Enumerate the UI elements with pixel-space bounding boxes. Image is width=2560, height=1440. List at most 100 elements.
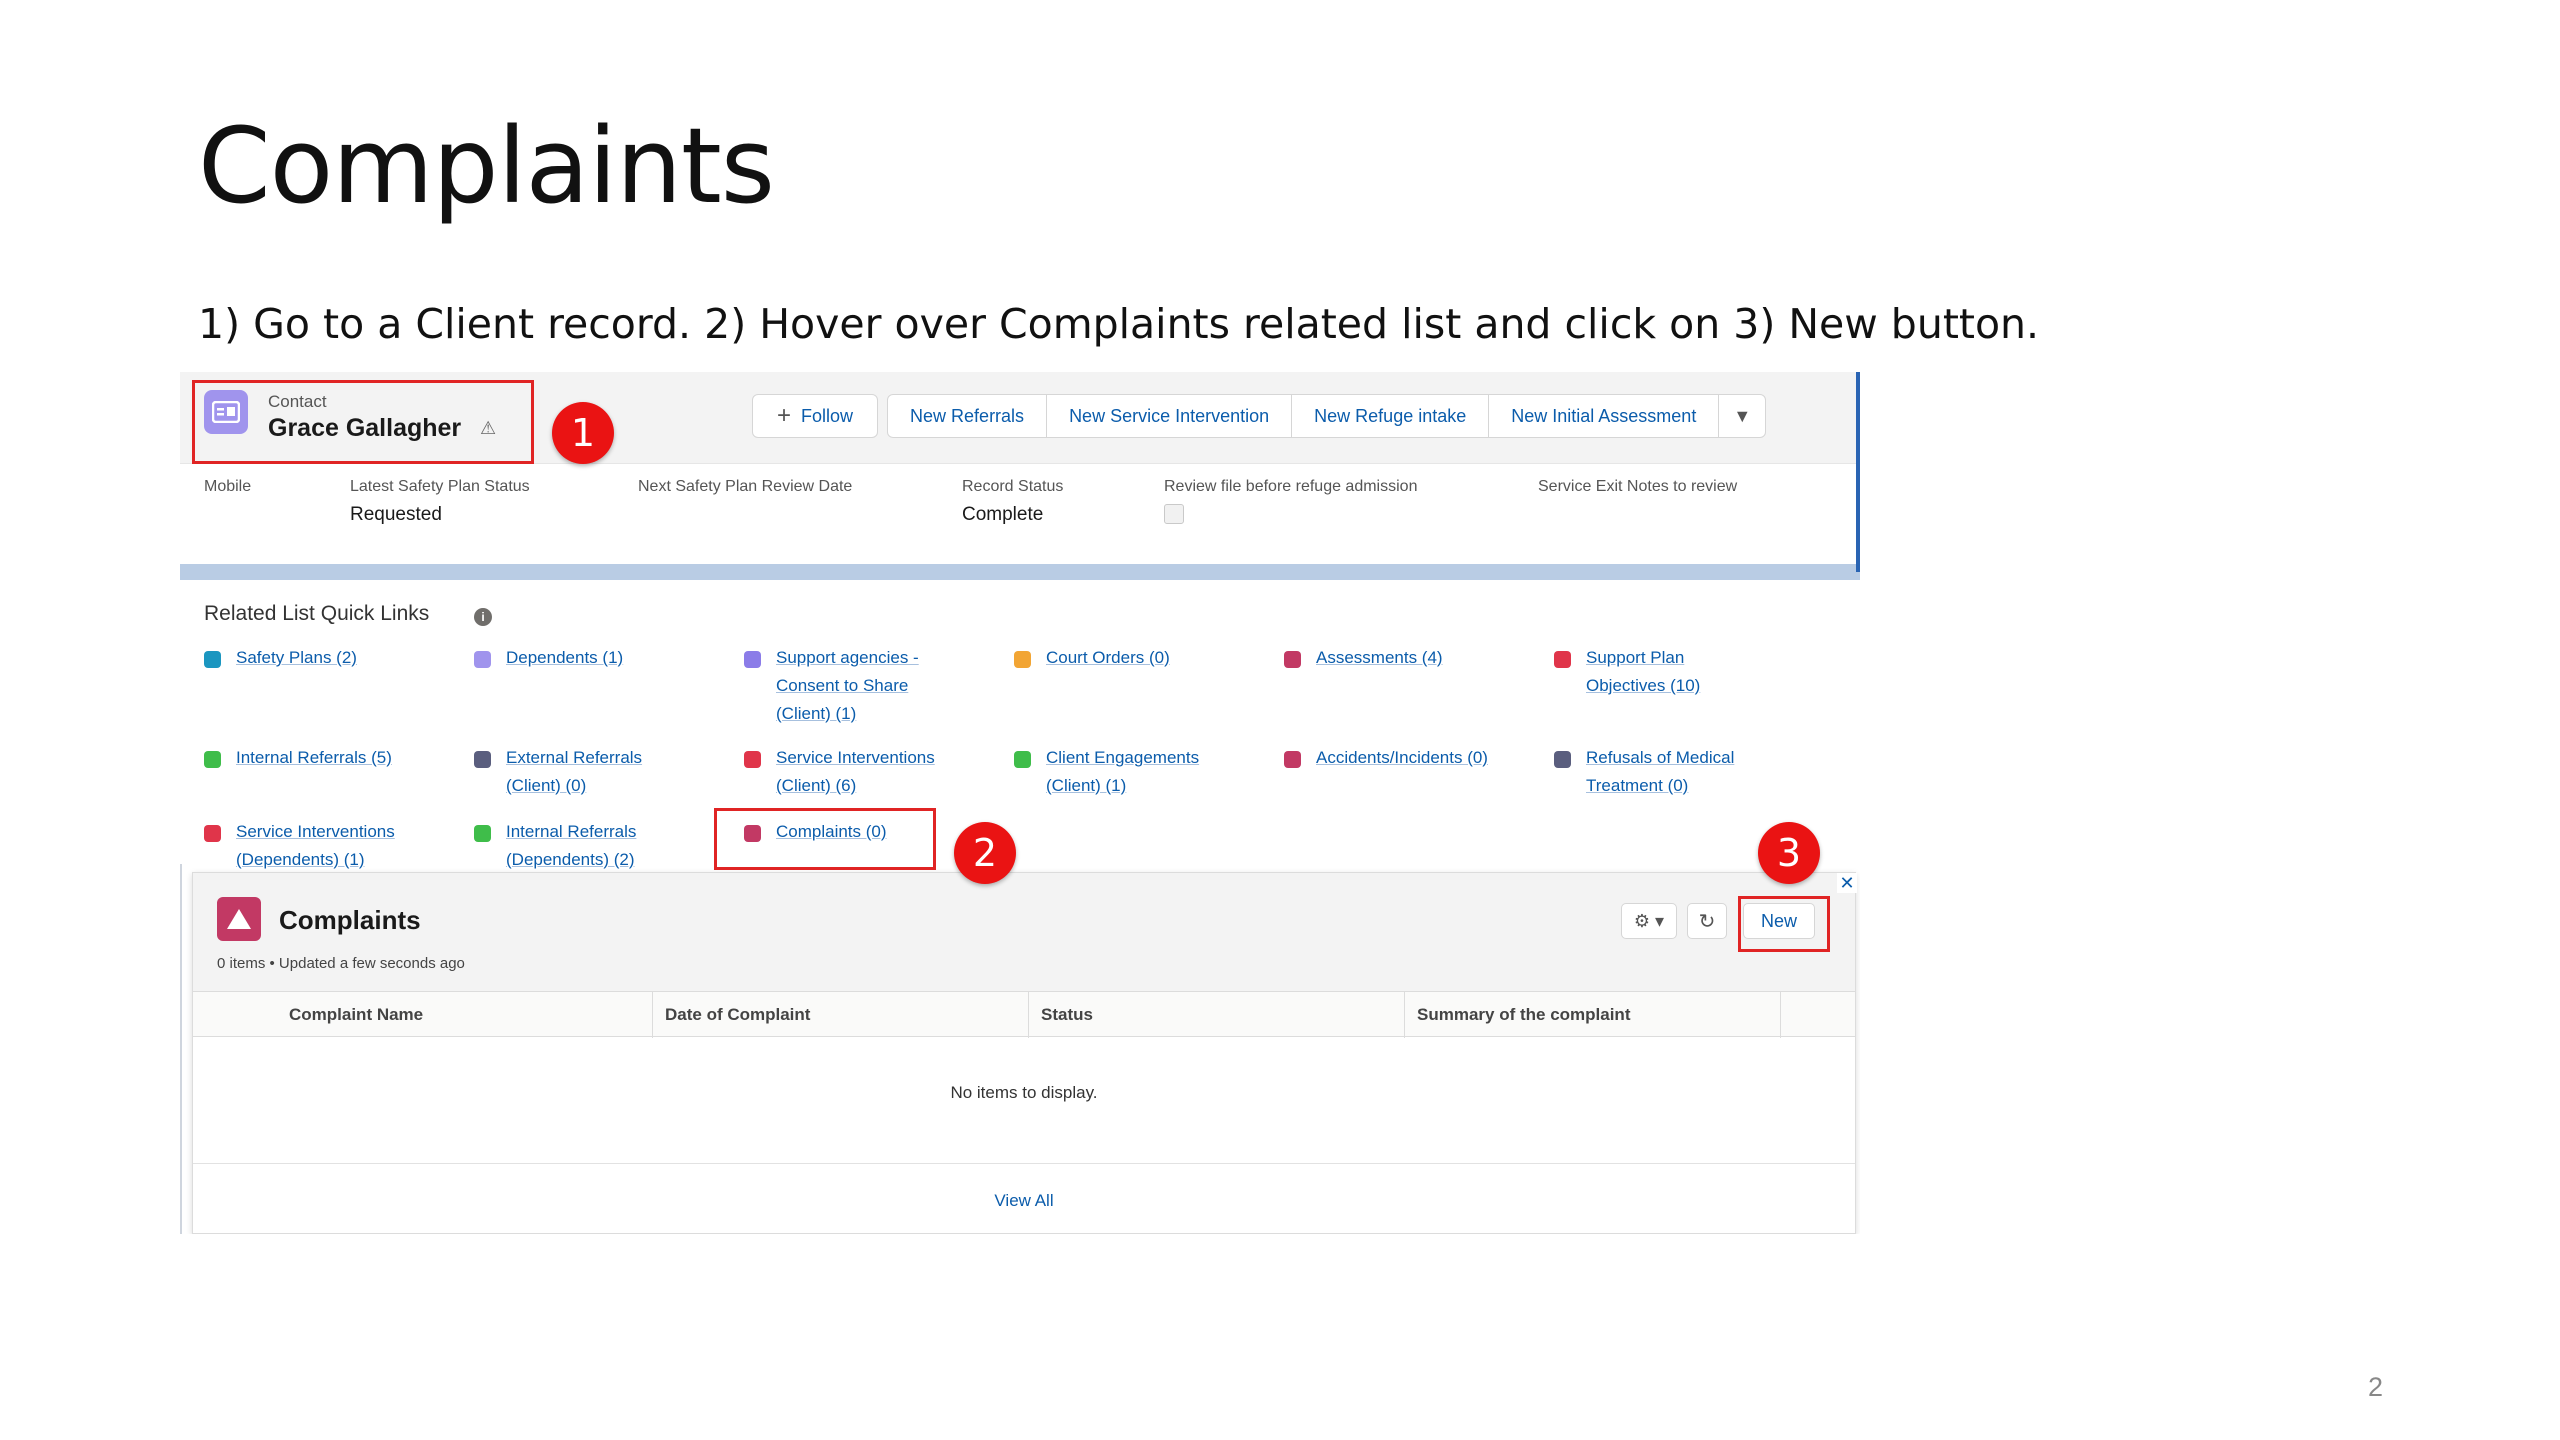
quick-link-label: Internal Referrals (Dependents) (2) (506, 822, 637, 869)
quick-link-label: External Referrals (Client) (0) (506, 748, 643, 795)
safety-plans-icon (204, 651, 221, 668)
page-background-band (180, 564, 1860, 580)
column-date-of-complaint[interactable]: Date of Complaint (653, 992, 1029, 1038)
chevron-down-icon: ▼ (1733, 405, 1752, 426)
field-next-review-date: Next Safety Plan Review Date (638, 478, 852, 496)
field-record-status: Record Status Complete (962, 478, 1063, 526)
court-orders-icon (1014, 651, 1031, 668)
record-action-bar: + Follow New Referrals New Service Interv… (752, 394, 1767, 438)
complaints-table-header: Complaint Name Date of Complaint Status … (193, 991, 1855, 1038)
slide-instruction: 1) Go to a Client record. 2) Hover over … (198, 300, 2040, 348)
gear-icon: ⚙ ▾ (1633, 910, 1665, 931)
complaints-panel-header: Complaints 0 items • Updated a few secon… (193, 873, 1855, 991)
new-initial-assessment-button[interactable]: New Initial Assessment (1488, 394, 1720, 438)
accidents-incidents-icon (1284, 751, 1301, 768)
field-exit-notes: Service Exit Notes to review (1538, 478, 1737, 496)
more-actions-button[interactable]: ▼ (1718, 394, 1767, 438)
quick-link-service-interventions-client[interactable]: Service Interventions (Client) (6) (744, 744, 974, 800)
quick-link-label: Safety Plans (2) (236, 648, 357, 667)
external-referrals-icon (474, 751, 491, 768)
field-label: Next Safety Plan Review Date (638, 478, 853, 495)
callout-3: 3 (1758, 822, 1820, 884)
quick-link-label: Service Interventions (Client) (6) (776, 748, 935, 795)
info-icon[interactable]: i (474, 608, 492, 626)
quick-link-label: Internal Referrals (5) (236, 748, 392, 767)
quick-link-refusals-medical[interactable]: Refusals of Medical Treatment (0) (1554, 744, 1784, 800)
new-referrals-button[interactable]: New Referrals (887, 394, 1048, 438)
field-label: Mobile (204, 478, 252, 495)
quick-links-title: Related List Quick Links (204, 602, 430, 625)
support-plan-objectives-icon (1554, 651, 1571, 668)
view-all-link[interactable]: View All (193, 1191, 1855, 1211)
highlights-panel: Mobile Latest Safety Plan Status Request… (180, 478, 1856, 558)
new-refuge-intake-button[interactable]: New Refuge intake (1291, 394, 1490, 438)
complaints-hover-panel: Complaints 0 items • Updated a few secon… (192, 872, 1857, 1234)
quick-link-label: Refusals of Medical Treatment (0) (1586, 748, 1735, 795)
quick-link-court-orders[interactable]: Court Orders (0) (1014, 644, 1254, 672)
field-label: Review file before refuge admission (1164, 478, 1418, 495)
assessments-icon (1284, 651, 1301, 668)
quick-link-label: Support agencies - Consent to Share (Cli… (776, 648, 919, 723)
quick-link-label: Assessments (4) (1316, 648, 1443, 667)
review-file-checkbox[interactable] (1164, 504, 1184, 524)
quick-link-safety-plans[interactable]: Safety Plans (2) (204, 644, 444, 672)
complaints-icon (217, 897, 261, 941)
quick-link-service-interventions-dependents[interactable]: Service Interventions (Dependents) (1) (204, 818, 434, 874)
refresh-button[interactable]: ↻ (1687, 903, 1727, 939)
quick-link-internal-referrals-dependents[interactable]: Internal Referrals (Dependents) (2) (474, 818, 674, 874)
close-icon[interactable]: ✕ (1837, 873, 1857, 893)
field-label: Service Exit Notes to review (1538, 478, 1738, 495)
quick-link-label: Service Interventions (Dependents) (1) (236, 822, 395, 869)
quick-link-dependents[interactable]: Dependents (1) (474, 644, 714, 672)
service-interventions-icon (204, 825, 221, 842)
quick-link-external-referrals[interactable]: External Referrals (Client) (0) (474, 744, 674, 800)
refusals-medical-icon (1554, 751, 1571, 768)
highlight-complaints-link (714, 808, 936, 870)
quick-link-assessments[interactable]: Assessments (4) (1284, 644, 1524, 672)
quick-link-label: Accidents/Incidents (0) (1316, 748, 1488, 767)
refresh-icon: ↻ (1698, 910, 1716, 933)
field-value: Requested (350, 504, 442, 525)
callout-2: 2 (954, 822, 1016, 884)
field-mobile: Mobile (204, 478, 251, 496)
client-engagements-icon (1014, 751, 1031, 768)
field-label: Latest Safety Plan Status (350, 478, 530, 495)
highlight-record-name (192, 380, 534, 464)
field-label: Record Status (962, 478, 1064, 495)
salesforce-screenshot: Contact Grace Gallagher ⚠ + Follow New Re… (180, 372, 1860, 1234)
quick-link-label: Client Engagements (Client) (1) (1046, 748, 1200, 795)
field-value: Complete (962, 504, 1044, 525)
complaints-panel-subtitle: 0 items • Updated a few seconds ago (217, 955, 465, 972)
dependents-icon (474, 651, 491, 668)
quick-link-internal-referrals[interactable]: Internal Referrals (5) (204, 744, 444, 772)
highlight-new-button (1738, 896, 1830, 952)
support-agencies-icon (744, 651, 761, 668)
column-status[interactable]: Status (1029, 992, 1405, 1038)
column-complaint-name[interactable]: Complaint Name (193, 992, 653, 1038)
callout-1: 1 (552, 402, 614, 464)
quick-link-label: Court Orders (0) (1046, 648, 1170, 667)
plus-icon: + (777, 402, 792, 429)
empty-state-text: No items to display. (950, 1083, 1098, 1102)
follow-button[interactable]: + Follow (752, 394, 879, 438)
follow-label: Follow (801, 405, 854, 426)
new-service-intervention-button[interactable]: New Service Intervention (1046, 394, 1293, 438)
panel-footer-divider (193, 1163, 1855, 1164)
slide-title: Complaints (198, 105, 775, 227)
list-settings-button[interactable]: ⚙ ▾ (1621, 903, 1677, 939)
internal-referrals-icon (474, 825, 491, 842)
quick-link-accidents-incidents[interactable]: Accidents/Incidents (0) (1284, 744, 1524, 772)
screenshot-right-edge (1856, 372, 1860, 572)
field-review-file: Review file before refuge admission (1164, 478, 1417, 524)
complaints-panel-title: Complaints (279, 905, 421, 935)
service-interventions-icon (744, 751, 761, 768)
page-number: 2 (2368, 1372, 2384, 1402)
quick-link-support-plan-objectives[interactable]: Support Plan Objectives (10) (1554, 644, 1764, 700)
column-summary[interactable]: Summary of the complaint (1405, 992, 1781, 1038)
internal-referrals-icon (204, 751, 221, 768)
quick-link-support-agencies[interactable]: Support agencies - Consent to Share (Cli… (744, 644, 954, 728)
quick-link-client-engagements[interactable]: Client Engagements (Client) (1) (1014, 744, 1244, 800)
quick-link-label: Dependents (1) (506, 648, 624, 667)
field-safety-plan-status: Latest Safety Plan Status Requested (350, 478, 530, 526)
quick-link-label: Support Plan Objectives (10) (1586, 648, 1701, 695)
